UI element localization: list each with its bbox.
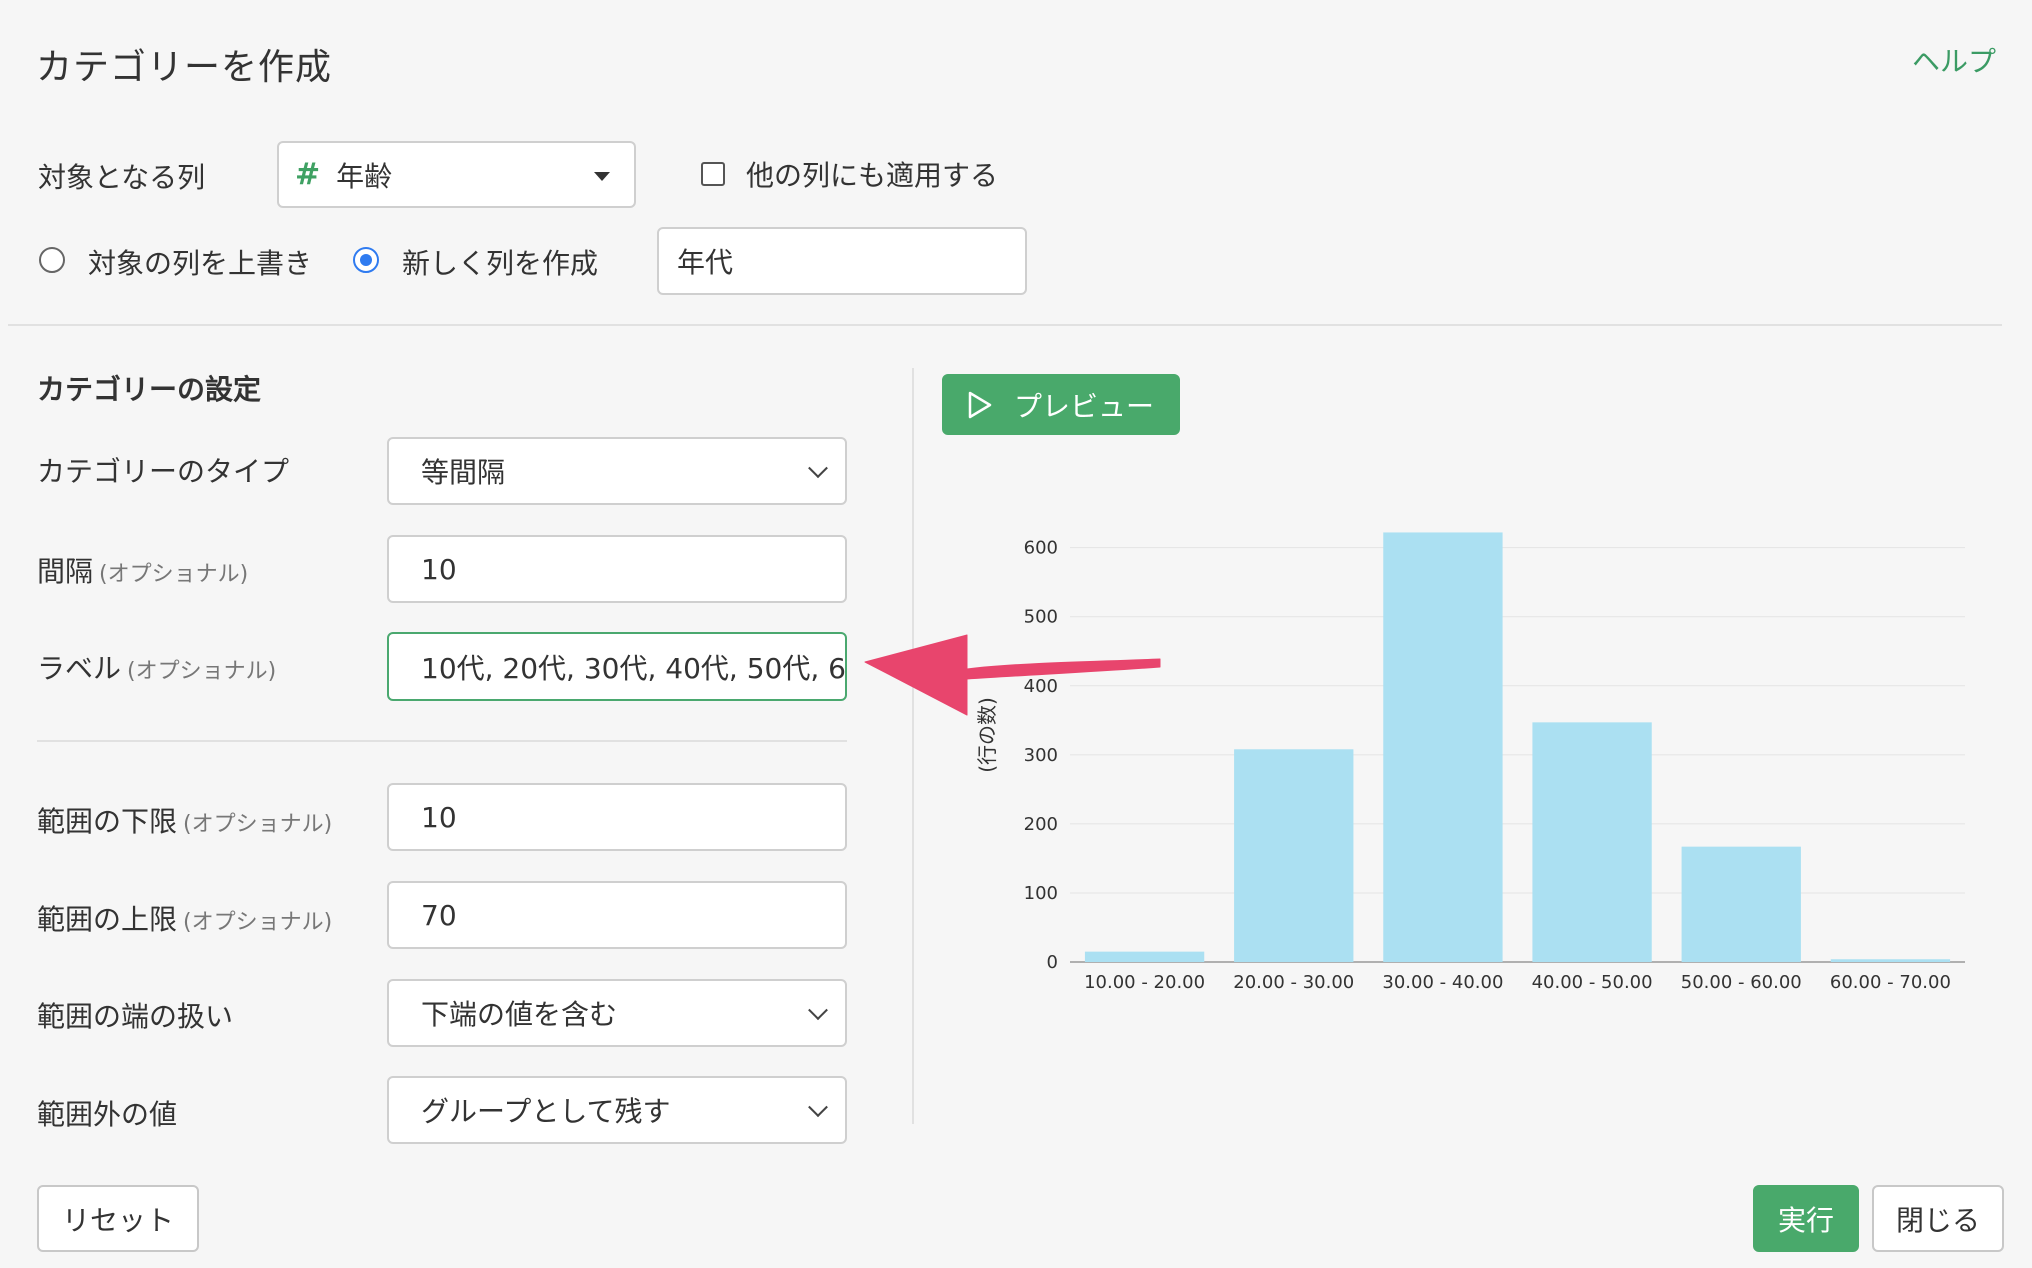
chart-y-tick-label: 600 (1024, 538, 1058, 559)
annotation-arrow (864, 634, 1161, 716)
overwrite-radio[interactable] (39, 247, 65, 273)
chart-x-tick-label: 10.00 - 20.00 (1084, 972, 1205, 993)
chart-x-tick-label: 40.00 - 50.00 (1532, 972, 1653, 993)
labels-value: 10代, 20代, 30代, 40代, 50代, 60代 (421, 651, 847, 685)
outside-values-label: 範囲外の値 (37, 1098, 178, 1131)
settings-heading: カテゴリーの設定 (37, 373, 262, 406)
chart-x-tick-label: 50.00 - 60.00 (1681, 972, 1802, 993)
close-button[interactable]: 閉じる (1872, 1185, 2004, 1252)
chevron-down-icon (808, 1000, 828, 1021)
number-type-icon: # (295, 157, 321, 192)
overwrite-label: 対象の列を上書き (88, 247, 313, 280)
chevron-down-icon (808, 1097, 828, 1118)
lower-bound-value: 10 (421, 800, 457, 834)
target-column-value: 年齢 (336, 159, 393, 193)
panel-divider (912, 368, 914, 1124)
lower-bound-input[interactable]: 10 (387, 783, 847, 851)
interval-input[interactable]: 10 (387, 535, 847, 603)
upper-bound-value: 70 (421, 898, 457, 932)
chart-bars (1084, 532, 1951, 962)
target-column-select[interactable]: # 年齢 (277, 141, 636, 208)
preview-button-label: プレビュー (1014, 389, 1155, 423)
category-type-select[interactable]: 等間隔 (387, 437, 847, 505)
chart-bar[interactable] (1532, 722, 1652, 962)
dialog-title: カテゴリーを作成 (36, 47, 333, 88)
chart-bar[interactable] (1830, 959, 1951, 962)
outside-values-select[interactable]: グループとして残す (387, 1076, 847, 1144)
chart-bar[interactable] (1681, 846, 1801, 962)
optional-hint: (オプショナル) (183, 812, 333, 837)
histogram-chart: 0100200300400500600 10.00 - 20.00 20.00 -… (975, 532, 1965, 993)
new-column-name-value: 年代 (677, 246, 734, 279)
chart-y-tick-label: 0 (1047, 952, 1058, 973)
optional-hint: (オプショナル) (127, 659, 277, 684)
chart-x-tick-label: 20.00 - 30.00 (1233, 972, 1354, 993)
labels-input[interactable]: 10代, 20代, 30代, 40代, 50代, 60代 (387, 632, 847, 701)
chart-x-tick-label: 60.00 - 70.00 (1830, 972, 1951, 993)
chart-gridlines (1070, 547, 1965, 963)
labels-label: ラベル (オプショナル) (37, 652, 277, 685)
chart-y-tick-label: 200 (1024, 814, 1058, 835)
new-column-label: 新しく列を作成 (402, 247, 599, 280)
chart-y-tick-label: 100 (1024, 883, 1058, 904)
new-column-name-input[interactable]: 年代 (657, 227, 1027, 295)
reset-button[interactable]: リセット (37, 1185, 199, 1252)
upper-bound-input[interactable]: 70 (387, 881, 847, 949)
edge-handling-label: 範囲の端の扱い (37, 1000, 234, 1033)
apply-others-label: 他の列にも適用する (746, 159, 999, 192)
category-type-label: カテゴリーのタイプ (37, 455, 290, 488)
chart-bar[interactable] (1383, 532, 1503, 962)
chart-bar[interactable] (1084, 951, 1205, 962)
upper-bound-label: 範囲の上限 (オプショナル) (37, 903, 333, 936)
new-column-radio[interactable] (353, 247, 379, 273)
category-type-value: 等間隔 (421, 456, 506, 489)
section-divider (8, 324, 2002, 326)
edge-handling-select[interactable]: 下端の値を含む (387, 979, 847, 1047)
chart-y-tick-label: 300 (1024, 745, 1058, 766)
settings-divider (37, 740, 847, 742)
caret-down-icon (594, 171, 610, 181)
apply-others-checkbox[interactable] (701, 162, 725, 186)
interval-value: 10 (421, 552, 457, 586)
edge-handling-value: 下端の値を含む (421, 998, 618, 1031)
outside-values-value: グループとして残す (421, 1095, 671, 1128)
interval-label: 間隔 (オプショナル) (37, 555, 249, 588)
chart-x-tick-label: 30.00 - 40.00 (1382, 972, 1503, 993)
optional-hint: (オプショナル) (183, 910, 333, 935)
chart-bar[interactable] (1234, 749, 1354, 962)
preview-button[interactable]: プレビュー (942, 374, 1180, 435)
lower-bound-label: 範囲の下限 (オプショナル) (37, 805, 333, 838)
chevron-down-icon (808, 458, 828, 479)
optional-hint: (オプショナル) (99, 562, 249, 587)
run-button[interactable]: 実行 (1753, 1185, 1859, 1252)
chart-y-ticks: 0100200300400500600 (1024, 538, 1058, 973)
target-column-label: 対象となる列 (38, 161, 206, 194)
help-link[interactable]: ヘルプ (1912, 40, 1996, 80)
chart-x-ticks: 10.00 - 20.00 20.00 - 30.00 30.00 - 40.00 4… (1084, 972, 1951, 993)
play-icon (968, 391, 992, 418)
